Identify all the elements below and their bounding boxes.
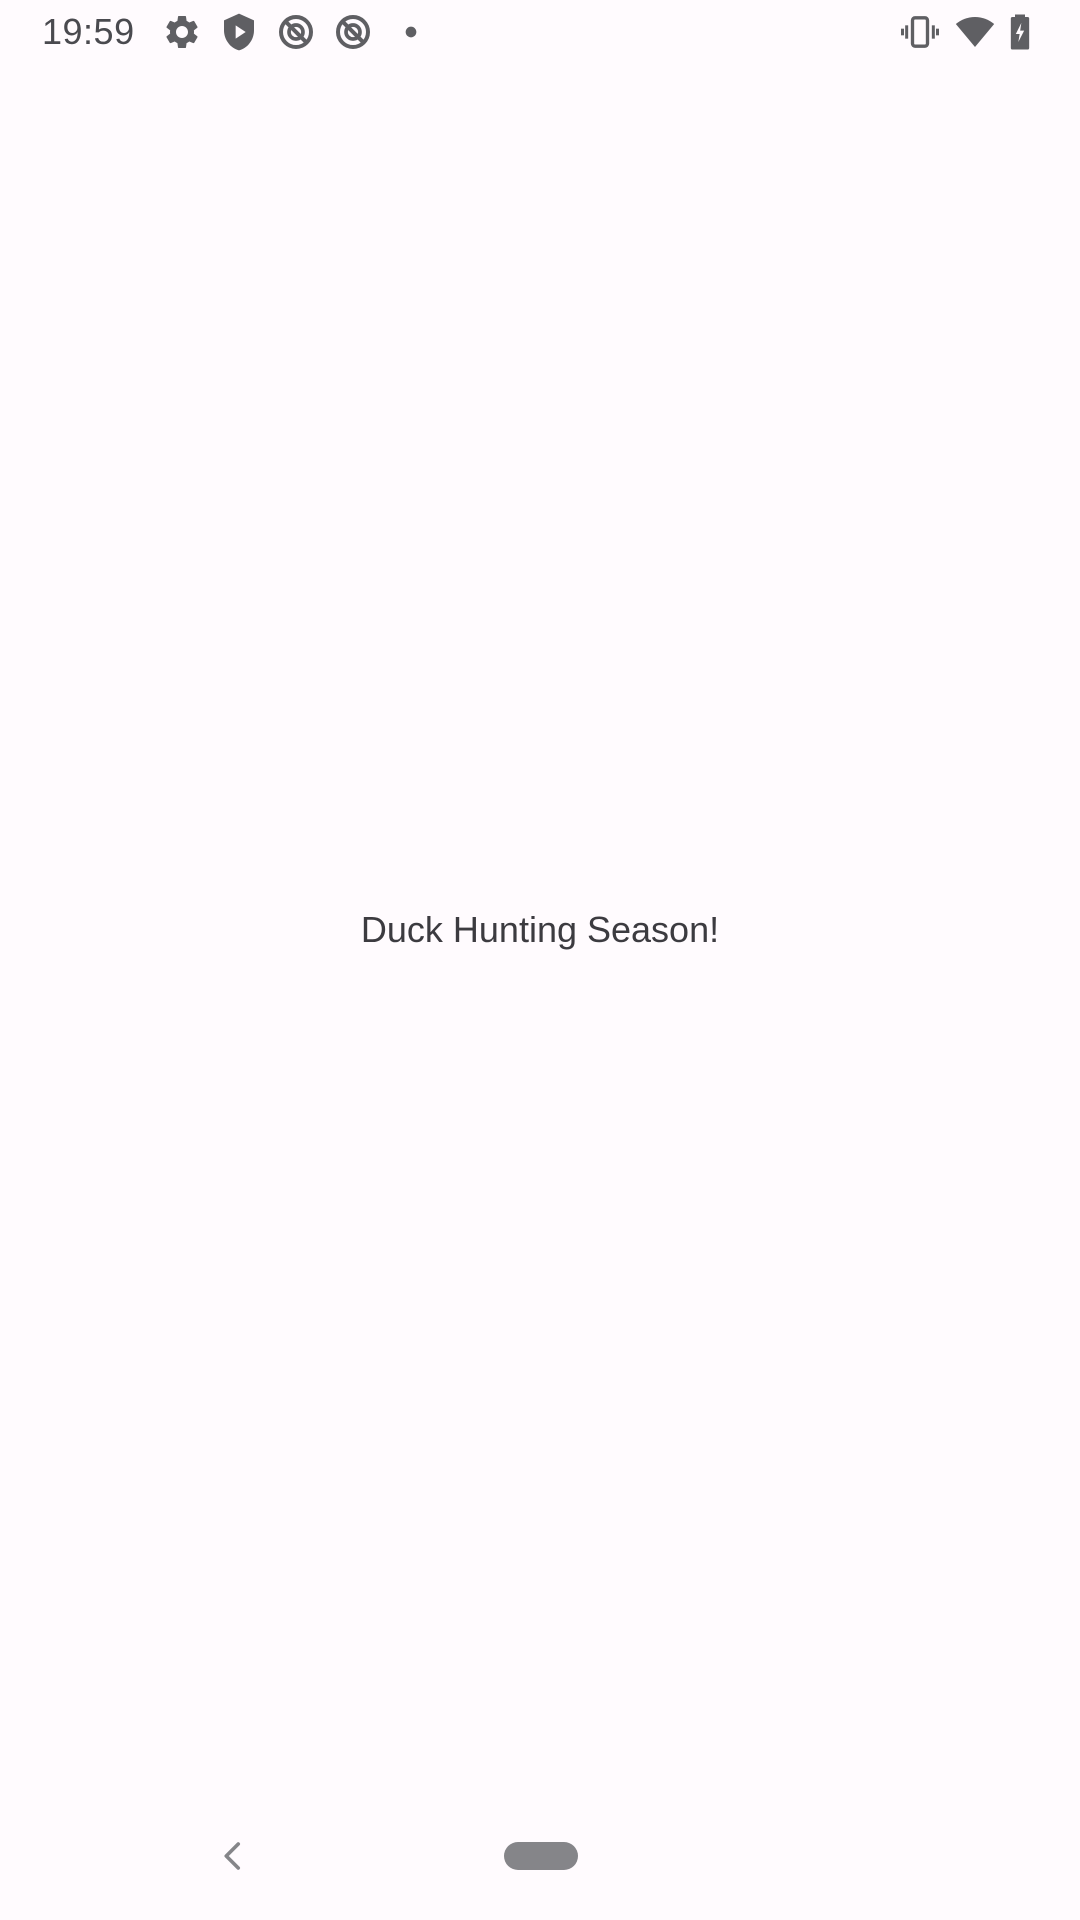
settings-icon	[166, 15, 198, 48]
status-bar: 19:59	[0, 0, 1080, 63]
play-protect-icon	[224, 13, 254, 51]
navigation-bar	[0, 1791, 1080, 1920]
back-icon[interactable]	[215, 1838, 251, 1874]
wifi-icon	[955, 17, 995, 47]
no-data-saver-icon	[279, 15, 313, 49]
notification-dot-icon	[405, 26, 417, 38]
app-screen: 19:59 Duck Hunting Season!	[0, 0, 1080, 1920]
vibrate-icon	[901, 16, 939, 48]
status-time: 19:59	[42, 11, 135, 52]
message-text: Duck Hunting Season!	[360, 909, 720, 950]
main-content: Duck Hunting Season!	[0, 63, 1080, 1791]
no-data-saver-icon	[336, 15, 370, 49]
battery-charging-icon	[1010, 14, 1030, 50]
home-pill-button[interactable]	[504, 1842, 578, 1870]
